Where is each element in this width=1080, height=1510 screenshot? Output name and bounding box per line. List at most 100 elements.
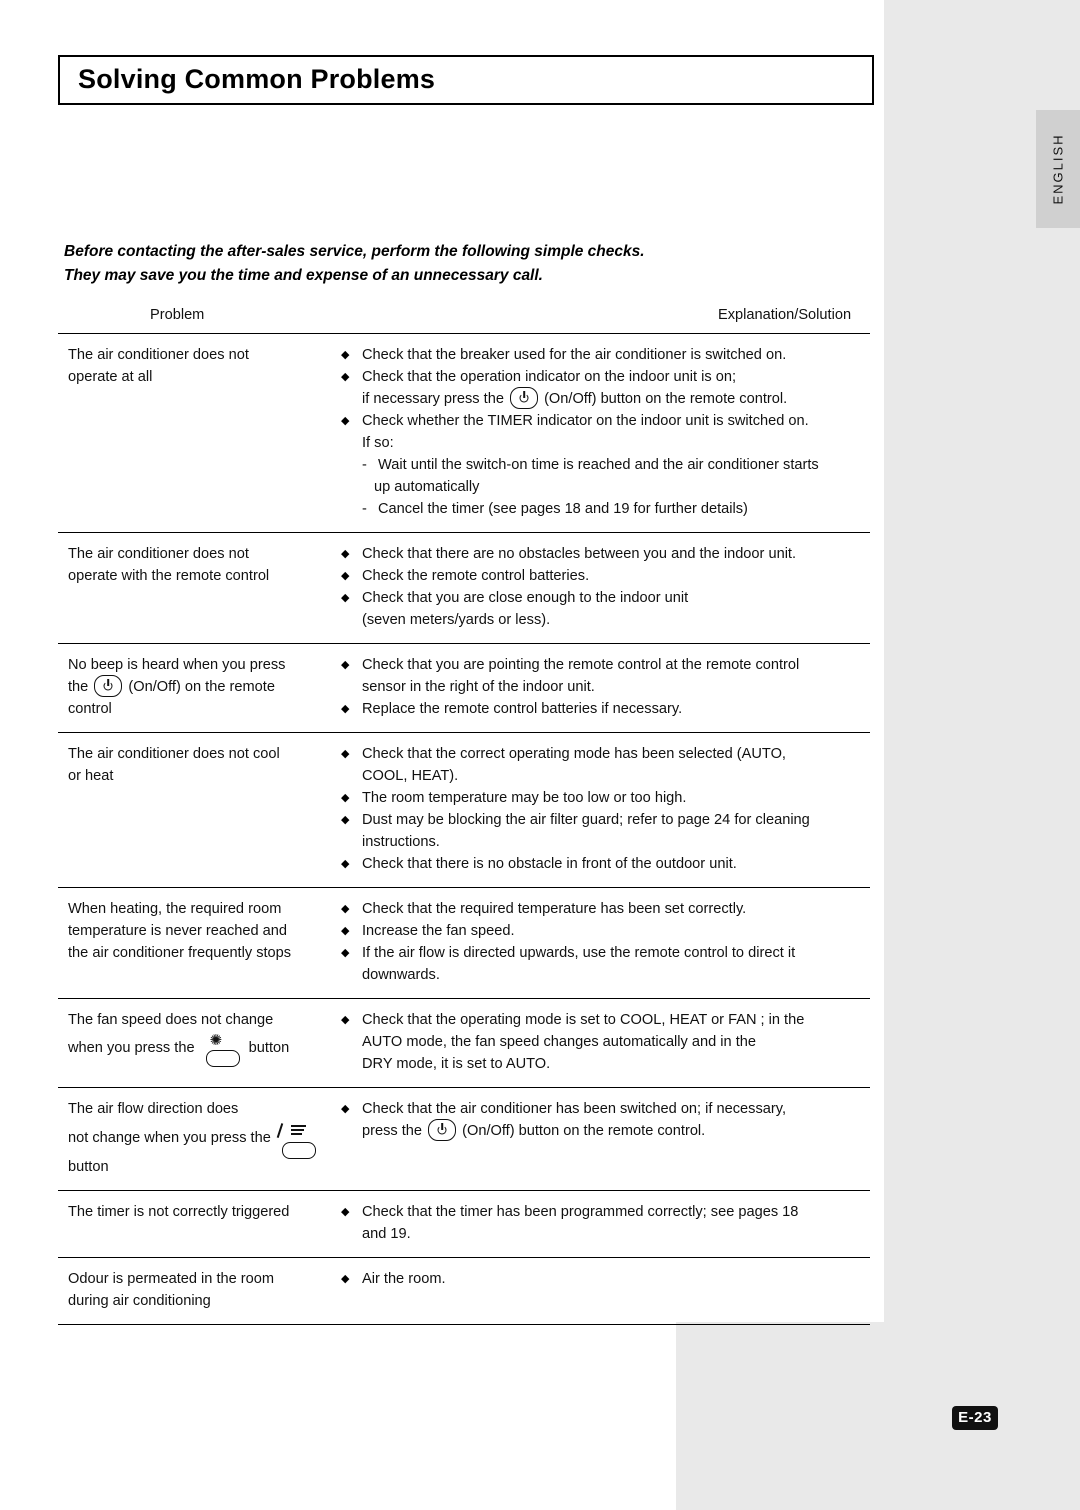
power-button-icon (428, 1119, 457, 1142)
solution-bullet: Check that you are close enough to the i… (338, 587, 870, 609)
solution-bullet: Check that the air conditioner has been … (338, 1098, 870, 1120)
solution-cell: Air the room. (338, 1268, 870, 1312)
problem-line: The air conditioner does not (68, 347, 249, 363)
intro-text: Before contacting the after-sales servic… (64, 240, 864, 288)
solution-line: instructions. (362, 834, 440, 851)
table-row: No beep is heard when you press the (On/O… (58, 644, 870, 734)
solution-bullet: Dust may be blocking the air filter guar… (338, 809, 870, 831)
language-tab-label: ENGLISH (1050, 133, 1066, 205)
fan-button-body (205, 1050, 240, 1068)
table-row: The timer is not correctly triggered Chec… (58, 1191, 870, 1259)
solution-bullet: Increase the fan speed. (338, 920, 870, 942)
table-row: The air conditioner does not cool or heat… (58, 733, 870, 889)
problem-cell: The fan speed does not change when you pr… (58, 1009, 338, 1075)
problem-line: button (68, 1159, 109, 1176)
problem-line: No beep is heard when you press (68, 657, 286, 674)
airflow-arrow-glyph (276, 1123, 283, 1139)
solution-bullet: Check that the operating mode is set to … (338, 1009, 870, 1031)
solution-bullet: Check that the timer has been programmed… (338, 1201, 870, 1223)
problem-cell: The timer is not correctly triggered (58, 1201, 338, 1245)
solution-line: sensor in the right of the indoor unit. (362, 679, 595, 696)
column-header-problem: Problem (150, 307, 205, 323)
solution-bullet: Check that there are no obstacles betwee… (338, 543, 870, 565)
swing-button-body (281, 1142, 316, 1160)
problem-cell: The air flow direction does not change wh… (58, 1098, 338, 1178)
solution-line-with-icon: press the (On/Off) button on the remote … (338, 1119, 870, 1142)
solution-bullet: The room temperature may be too low or t… (338, 787, 870, 809)
solution-line: and 19. (362, 1226, 411, 1243)
solution-line: (seven meters/yards or less). (362, 612, 551, 629)
fan-blades-glyph: ✺ (209, 1032, 223, 1050)
problem-line: The fan speed does not change (68, 1012, 274, 1029)
problem-line: operate at all (68, 369, 153, 385)
solution-line: AUTO mode, the fan speed changes automat… (362, 1034, 757, 1051)
solution-cell: Check that the required temperature has … (338, 898, 870, 986)
solution-sub-item: Wait until the switch-on time is reached… (338, 454, 870, 476)
page-title: Solving Common Problems (78, 64, 436, 94)
problem-line: the air conditioner frequently stops (68, 945, 292, 962)
solution-sub-item: Cancel the timer (see pages 18 and 19 fo… (338, 498, 870, 520)
problem-cell: The air conditioner does not operate at a… (58, 344, 338, 520)
problem-cell: The air conditioner does not operate with… (58, 543, 338, 631)
problem-cell: Odour is permeated in the room during air… (58, 1268, 338, 1312)
intro-line-1: Before contacting the after-sales servic… (64, 243, 645, 260)
problem-line: control (68, 701, 112, 718)
table-row: The air flow direction does not change wh… (58, 1088, 870, 1192)
solution-sub-continuation: up automatically (374, 479, 480, 496)
intro-line-2: They may save you the time and expense o… (64, 267, 543, 284)
problem-line: The timer is not correctly triggered (68, 1204, 290, 1221)
solution-cell: Check that the timer has been programmed… (338, 1201, 870, 1245)
table-header: Problem Explanation/Solution (58, 300, 870, 334)
troubleshooting-table: Problem Explanation/Solution The air con… (58, 300, 870, 1326)
problem-line-with-icon: when you press the ✺ button (68, 1031, 338, 1068)
problem-line: The air conditioner does not cool (68, 746, 280, 763)
solution-bullet: Air the room. (338, 1268, 870, 1290)
problem-line-with-icon: the (On/Off) on the remote (68, 675, 338, 698)
table-row: The air conditioner does not operate at a… (58, 334, 870, 534)
solution-bullet: Check that there is no obstacle in front… (338, 853, 870, 875)
table-row: When heating, the required room temperatu… (58, 888, 870, 1000)
solution-cell: Check that the operating mode is set to … (338, 1009, 870, 1075)
problem-line: The air conditioner does not (68, 546, 249, 563)
table-body: The air conditioner does not operate at a… (58, 334, 870, 1326)
airflow-lines-glyph (288, 1123, 310, 1141)
problem-line: during air conditioning (68, 1293, 211, 1310)
solution-bullet: Check that the operation indicator on th… (338, 366, 870, 388)
solution-bullet: Check that you are pointing the remote c… (338, 654, 870, 676)
solution-line: COOL, HEAT). (362, 768, 459, 785)
problem-line-with-icon: not change when you press the (68, 1120, 338, 1160)
solution-cell: Check that the air conditioner has been … (338, 1098, 870, 1178)
solution-bullet: Replace the remote control batteries if … (338, 698, 870, 720)
problem-line: When heating, the required room (68, 901, 282, 918)
problem-cell: The air conditioner does not cool or heat (58, 743, 338, 875)
solution-cell: Check that there are no obstacles betwee… (338, 543, 870, 631)
power-button-icon (510, 387, 539, 410)
solution-cell: Check that the breaker used for the air … (338, 344, 870, 520)
solution-line: DRY mode, it is set to AUTO. (362, 1056, 551, 1073)
solution-bullet: Check that the correct operating mode ha… (338, 743, 870, 765)
solution-bullet: If the air flow is directed upwards, use… (338, 942, 870, 964)
problem-cell: When heating, the required room temperatu… (58, 898, 338, 986)
solution-cell: Check that the correct operating mode ha… (338, 743, 870, 875)
problem-cell: No beep is heard when you press the (On/O… (58, 654, 338, 720)
fan-speed-button-icon: ✺ (202, 1032, 242, 1068)
power-button-icon (94, 675, 123, 698)
table-row: The air conditioner does not operate with… (58, 533, 870, 645)
problem-line: or heat (68, 768, 114, 785)
solution-cell: Check that you are pointing the remote c… (338, 654, 870, 720)
problem-line: Odour is permeated in the room (68, 1271, 275, 1288)
solution-bullet: Check that the breaker used for the air … (338, 344, 870, 366)
table-row: Odour is permeated in the room during air… (58, 1258, 870, 1326)
page-number-badge: E-23 (952, 1406, 998, 1430)
problem-line: operate with the remote control (68, 568, 270, 585)
solution-line: If so: (362, 435, 394, 452)
table-row: The fan speed does not change when you pr… (58, 999, 870, 1089)
problem-line: temperature is never reached and (68, 923, 288, 940)
solution-bullet: Check the remote control batteries. (338, 565, 870, 587)
air-swing-button-icon (276, 1123, 318, 1160)
solution-bullet: Check that the required temperature has … (338, 898, 870, 920)
solution-line: downwards. (362, 967, 440, 984)
column-header-solution: Explanation/Solution (718, 307, 852, 323)
problem-line: The air flow direction does (68, 1101, 239, 1118)
language-tab: ENGLISH (1036, 110, 1080, 228)
